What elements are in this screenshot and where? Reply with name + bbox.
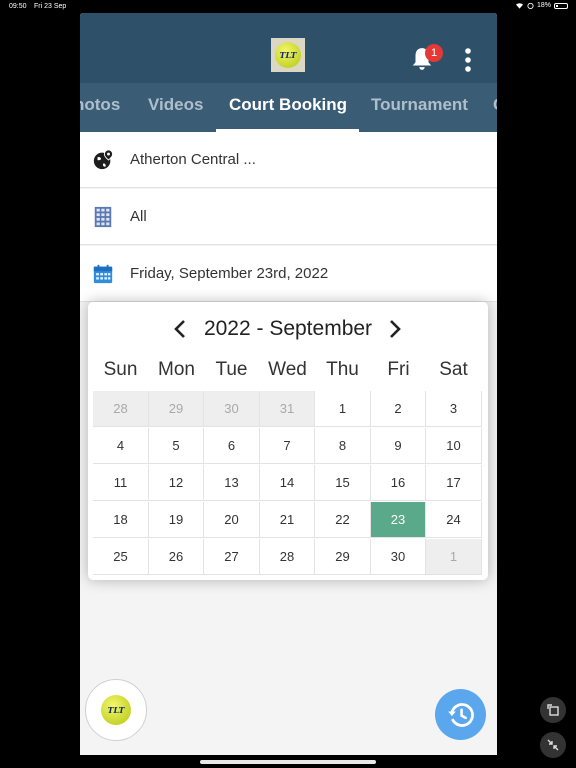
calendar-day[interactable]: 21 bbox=[260, 502, 315, 538]
weekday-sat: Sat bbox=[439, 359, 468, 380]
calendar-day[interactable]: 30 bbox=[204, 391, 260, 427]
court-row[interactable]: All bbox=[80, 189, 497, 245]
calendar-day[interactable]: 30 bbox=[371, 539, 426, 575]
calendar-day-selected[interactable]: 23 bbox=[371, 502, 426, 538]
window-minimize-button[interactable] bbox=[540, 732, 566, 758]
calendar-day[interactable]: 8 bbox=[315, 428, 371, 464]
battery-icon bbox=[554, 2, 568, 9]
court-value: All bbox=[130, 208, 147, 225]
calendar-day[interactable]: 17 bbox=[426, 465, 482, 501]
date-value: Friday, September 23rd, 2022 bbox=[130, 265, 329, 282]
wifi-icon bbox=[515, 3, 523, 9]
calendar-day[interactable]: 6 bbox=[204, 428, 260, 464]
calendar-day[interactable]: 31 bbox=[260, 391, 315, 427]
calendar-day[interactable]: 15 bbox=[315, 465, 371, 501]
logo-text: TLT bbox=[279, 50, 297, 60]
history-icon bbox=[447, 702, 474, 727]
location-row[interactable]: Atherton Central ... bbox=[80, 132, 497, 188]
status-time: 09:50 bbox=[9, 3, 27, 10]
calendar-day[interactable]: 4 bbox=[93, 428, 149, 464]
calendar-day[interactable]: 11 bbox=[93, 465, 149, 501]
calendar-day[interactable]: 13 bbox=[204, 465, 260, 501]
tab-next[interactable]: C bbox=[493, 83, 497, 132]
calendar-day[interactable]: 9 bbox=[371, 428, 426, 464]
date-picker-popup: 2022 - September Sun Mon Tue Wed Thu Fri… bbox=[88, 302, 488, 580]
globe-pin-icon bbox=[93, 149, 114, 170]
calendar-grid: 28 29 30 31 1 2 3 4 5 6 7 8 9 10 11 12 13 14 15 16 17 18 19 20 2… bbox=[93, 391, 483, 576]
calendar-day[interactable]: 26 bbox=[149, 539, 204, 575]
tab-court-booking[interactable]: Court Booking bbox=[229, 83, 347, 132]
calendar-day[interactable]: 3 bbox=[426, 391, 482, 427]
status-date: Fri 23 Sep bbox=[34, 3, 67, 10]
calendar-day[interactable]: 14 bbox=[260, 465, 315, 501]
calendar-day[interactable]: 12 bbox=[149, 465, 204, 501]
location-value: Atherton Central ... bbox=[130, 151, 256, 168]
calendar-day[interactable]: 1 bbox=[315, 391, 371, 427]
weekday-thu: Thu bbox=[326, 359, 359, 380]
resize-window-icon bbox=[547, 704, 559, 716]
weekday-sun: Sun bbox=[103, 359, 138, 380]
window-resize-button[interactable] bbox=[540, 697, 566, 723]
notification-badge: 1 bbox=[425, 44, 443, 62]
calendar-icon bbox=[93, 264, 113, 284]
calendar-day[interactable]: 1 bbox=[426, 539, 482, 575]
fab-logo-text: TLT bbox=[107, 705, 125, 715]
calendar-day[interactable]: 24 bbox=[426, 502, 482, 538]
battery-percent: 18% bbox=[536, 2, 551, 9]
calendar-header: 2022 - September bbox=[88, 314, 488, 344]
calendar-day[interactable]: 5 bbox=[149, 428, 204, 464]
calendar-day[interactable]: 27 bbox=[204, 539, 260, 575]
minimize-icon bbox=[547, 739, 559, 751]
calendar-day[interactable]: 2 bbox=[371, 391, 426, 427]
tab-bar: hotos Videos Court Booking Tournament C bbox=[80, 83, 497, 132]
calendar-day[interactable]: 7 bbox=[260, 428, 315, 464]
status-bar: 09:50 Fri 23 Sep 18% bbox=[0, 0, 576, 14]
tab-tournament[interactable]: Tournament bbox=[371, 83, 468, 132]
calendar-day[interactable]: 16 bbox=[371, 465, 426, 501]
calendar-day[interactable]: 29 bbox=[149, 391, 204, 427]
calendar-title: 2022 - September bbox=[203, 317, 373, 340]
calendar-day[interactable]: 25 bbox=[93, 539, 149, 575]
home-indicator[interactable] bbox=[200, 760, 376, 764]
calendar-day[interactable]: 20 bbox=[204, 502, 260, 538]
calendar-day[interactable]: 22 bbox=[315, 502, 371, 538]
tab-videos[interactable]: Videos bbox=[148, 83, 203, 132]
tennis-ball-icon: TLT bbox=[275, 42, 301, 68]
weekday-tue: Tue bbox=[215, 359, 248, 380]
grid-icon bbox=[94, 206, 112, 228]
app-header: TLT 1 bbox=[80, 13, 497, 83]
weekday-mon: Mon bbox=[158, 359, 195, 380]
calendar-day[interactable]: 29 bbox=[315, 539, 371, 575]
alarm-icon bbox=[527, 2, 534, 9]
calendar-day[interactable]: 19 bbox=[149, 502, 204, 538]
club-home-button[interactable]: TLT bbox=[85, 679, 147, 741]
weekday-fri: Fri bbox=[387, 359, 410, 380]
status-right: 18% bbox=[515, 2, 568, 9]
calendar-day[interactable]: 28 bbox=[260, 539, 315, 575]
calendar-day[interactable]: 28 bbox=[93, 391, 149, 427]
more-vertical-icon[interactable] bbox=[463, 48, 473, 72]
tennis-ball-icon: TLT bbox=[101, 695, 131, 725]
date-row[interactable]: Friday, September 23rd, 2022 bbox=[80, 246, 497, 302]
tab-photos[interactable]: hotos bbox=[80, 83, 120, 132]
club-logo[interactable]: TLT bbox=[271, 38, 305, 72]
booking-history-button[interactable] bbox=[435, 689, 486, 740]
calendar-day[interactable]: 10 bbox=[426, 428, 482, 464]
chevron-right-icon[interactable] bbox=[388, 319, 402, 339]
weekday-wed: Wed bbox=[268, 359, 307, 380]
calendar-day[interactable]: 18 bbox=[93, 502, 149, 538]
